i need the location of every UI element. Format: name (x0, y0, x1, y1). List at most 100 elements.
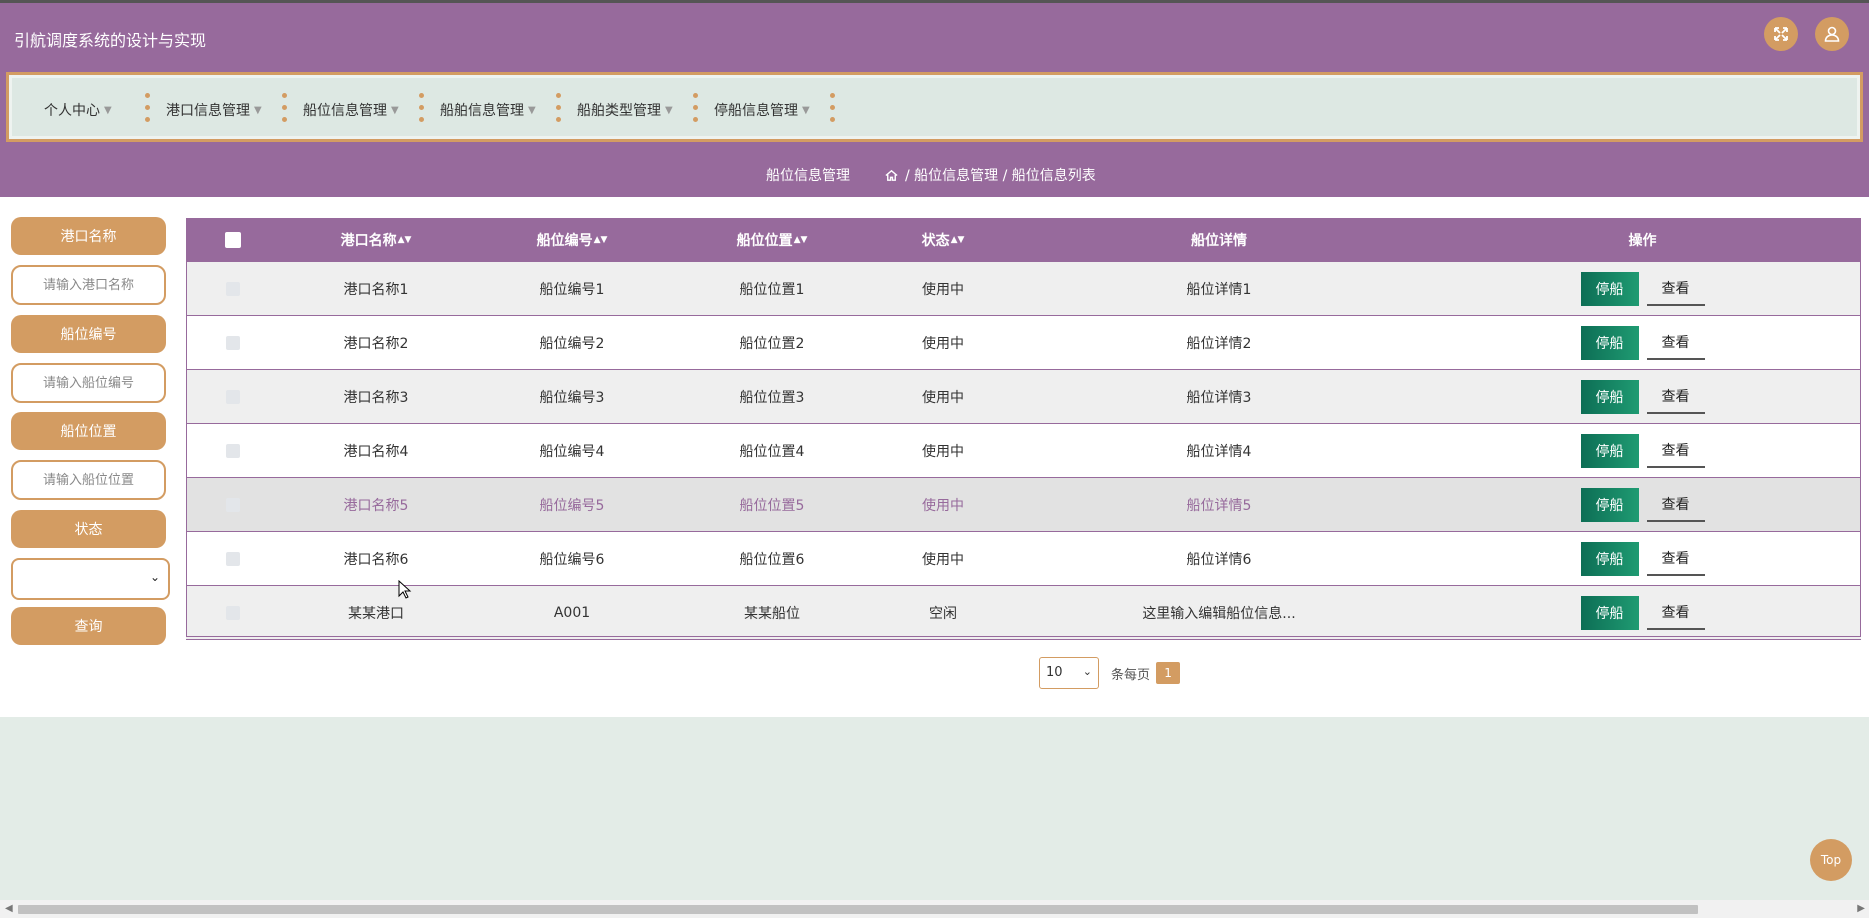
cell-berth-detail: 船位详情5 (1186, 497, 1252, 514)
dock-button[interactable]: 停船 (1580, 595, 1639, 630)
sort-icon[interactable]: ▲▼ (794, 235, 808, 245)
cell-berth-no: 船位编号4 (539, 443, 605, 460)
row-checkbox[interactable] (226, 605, 240, 620)
page-size-select[interactable]: 10 ⌄ (1039, 657, 1099, 689)
cell-berth-location: 船位位置1 (739, 281, 805, 298)
cell-berth-no: A001 (553, 604, 591, 621)
status-select[interactable]: ⌄ (11, 558, 170, 600)
query-button[interactable]: 查询 (11, 607, 166, 645)
nav-item-berth-info[interactable]: 船位信息管理 ▼ (303, 100, 399, 120)
cell-actions: 停船 查看 (1424, 316, 1861, 369)
cell-port-name: 某某港口 (348, 605, 404, 622)
dock-button[interactable]: 停船 (1580, 325, 1639, 360)
user-button[interactable] (1815, 17, 1849, 51)
nav-divider (693, 93, 699, 123)
cell-actions: 停船 查看 (1424, 478, 1861, 531)
table-row[interactable]: 港口名称2 船位编号2 船位位置2 使用中 船位详情2 停船 查看 (186, 316, 1861, 370)
cell-berth-detail: 船位详情2 (1186, 335, 1252, 352)
horizontal-scrollbar[interactable]: ◀ ▶ (0, 900, 1869, 918)
scroll-right-icon[interactable]: ▶ (1857, 903, 1865, 914)
table-row[interactable]: 某某港口 A001 某某船位 空闲 这里输入编辑船位信息... 停船 查看 (186, 586, 1861, 640)
row-checkbox[interactable] (226, 497, 240, 512)
per-page-label: 条每页 (1111, 667, 1151, 683)
col-actions: 操作 (1628, 233, 1657, 249)
col-status[interactable]: 状态 ▲▼ (872, 218, 1014, 262)
nav-item-docking-info[interactable]: 停船信息管理 ▼ (714, 100, 810, 120)
cell-status: 使用中 (922, 443, 964, 460)
scroll-left-icon[interactable]: ◀ (5, 903, 13, 914)
table-row[interactable]: 港口名称6 船位编号6 船位位置6 使用中 船位详情6 停船 查看 (186, 532, 1861, 586)
cell-status: 使用中 (922, 335, 964, 352)
berth-no-input[interactable] (11, 363, 166, 403)
cell-berth-location: 船位位置3 (739, 389, 805, 406)
nav-divider (282, 93, 288, 123)
select-all-checkbox[interactable] (225, 232, 241, 248)
cell-berth-location: 船位位置2 (739, 335, 805, 352)
view-button[interactable]: 查看 (1646, 326, 1705, 360)
table-row[interactable]: 港口名称4 船位编号4 船位位置4 使用中 船位详情4 停船 查看 (186, 424, 1861, 478)
row-checkbox[interactable] (226, 335, 240, 350)
view-button[interactable]: 查看 (1646, 542, 1705, 576)
cell-berth-detail: 船位详情3 (1186, 389, 1252, 406)
nav-divider (419, 93, 425, 123)
back-to-top-button[interactable]: Top (1810, 839, 1852, 881)
port-name-input[interactable] (11, 265, 166, 305)
col-berth-no[interactable]: 船位编号 ▲▼ (472, 218, 672, 262)
berth-location-input[interactable] (11, 460, 166, 500)
cell-berth-detail: 船位详情1 (1186, 281, 1252, 298)
cell-berth-location: 船位位置4 (739, 443, 805, 460)
dock-button[interactable]: 停船 (1580, 541, 1639, 576)
cell-berth-detail: 船位详情6 (1186, 551, 1252, 568)
pagination: 10 ⌄ 条每页 1 (1039, 657, 1181, 689)
nav-item-port-info[interactable]: 港口信息管理 ▼ (166, 100, 262, 120)
table-row[interactable]: 港口名称3 船位编号3 船位位置3 使用中 船位详情3 停船 查看 (186, 370, 1861, 424)
view-button[interactable]: 查看 (1646, 380, 1705, 414)
col-port-name[interactable]: 港口名称 ▲▼ (280, 218, 472, 262)
cell-berth-no: 船位编号6 (539, 551, 605, 568)
dock-button[interactable]: 停船 (1580, 487, 1639, 522)
cell-actions: 停船 查看 (1424, 532, 1861, 585)
view-button[interactable]: 查看 (1646, 272, 1705, 306)
nav-item-ship-info[interactable]: 船舶信息管理 ▼ (440, 100, 536, 120)
row-checkbox[interactable] (226, 389, 240, 404)
cell-status: 使用中 (922, 497, 964, 514)
dock-button[interactable]: 停船 (1580, 271, 1639, 306)
fullscreen-button[interactable] (1764, 17, 1798, 51)
cell-berth-no: 船位编号5 (539, 497, 605, 514)
col-berth-location[interactable]: 船位位置 ▲▼ (672, 218, 872, 262)
row-checkbox[interactable] (226, 443, 240, 458)
cell-actions: 停船 查看 (1424, 586, 1861, 639)
sort-icon[interactable]: ▲▼ (951, 235, 965, 245)
view-button[interactable]: 查看 (1646, 596, 1705, 630)
table-body: 港口名称1 船位编号1 船位位置1 使用中 船位详情1 停船 查看 港口名称2 船位编号2 船位位… (186, 262, 1861, 640)
cell-actions: 停船 查看 (1424, 370, 1861, 423)
port-name-label: 港口名称 (11, 217, 166, 255)
cell-port-name: 港口名称3 (343, 389, 409, 406)
nav-item-personal-center[interactable]: 个人中心 ▼ (44, 100, 112, 120)
row-checkbox[interactable] (226, 551, 240, 566)
nav-item-ship-type[interactable]: 船舶类型管理 ▼ (577, 100, 673, 120)
sort-icon[interactable]: ▲▼ (594, 235, 608, 245)
table-row[interactable]: 港口名称1 船位编号1 船位位置1 使用中 船位详情1 停船 查看 (186, 262, 1861, 316)
dock-button[interactable]: 停船 (1580, 433, 1639, 468)
cell-berth-location: 船位位置6 (739, 551, 805, 568)
cell-berth-no: 船位编号1 (539, 281, 605, 298)
cell-actions: 停船 查看 (1424, 424, 1861, 477)
sort-icon[interactable]: ▲▼ (398, 235, 412, 245)
caret-down-icon: ▼ (665, 105, 673, 116)
view-button[interactable]: 查看 (1646, 488, 1705, 522)
scrollbar-thumb[interactable] (18, 905, 1698, 914)
row-checkbox[interactable] (226, 281, 240, 296)
caret-down-icon: ▼ (254, 105, 262, 116)
dock-button[interactable]: 停船 (1580, 379, 1639, 414)
nav-divider (556, 93, 562, 123)
nav-bar-wrap: 个人中心 ▼ 港口信息管理 ▼ 船位信息管理 ▼ 船舶信息管理 ▼ 船舶类型管理 ▼ 停船… (0, 67, 1869, 147)
breadcrumb-path[interactable]: / 船位信息管理 / 船位信息列表 (905, 165, 1096, 185)
view-button[interactable]: 查看 (1646, 434, 1705, 468)
nav-divider (145, 93, 151, 123)
home-icon[interactable] (884, 168, 899, 183)
page-number-current[interactable]: 1 (1156, 662, 1181, 684)
berth-location-label: 船位位置 (11, 412, 166, 450)
cell-berth-location: 船位位置5 (739, 497, 805, 514)
table-row[interactable]: 港口名称5 船位编号5 船位位置5 使用中 船位详情5 停船 查看 (186, 478, 1861, 532)
